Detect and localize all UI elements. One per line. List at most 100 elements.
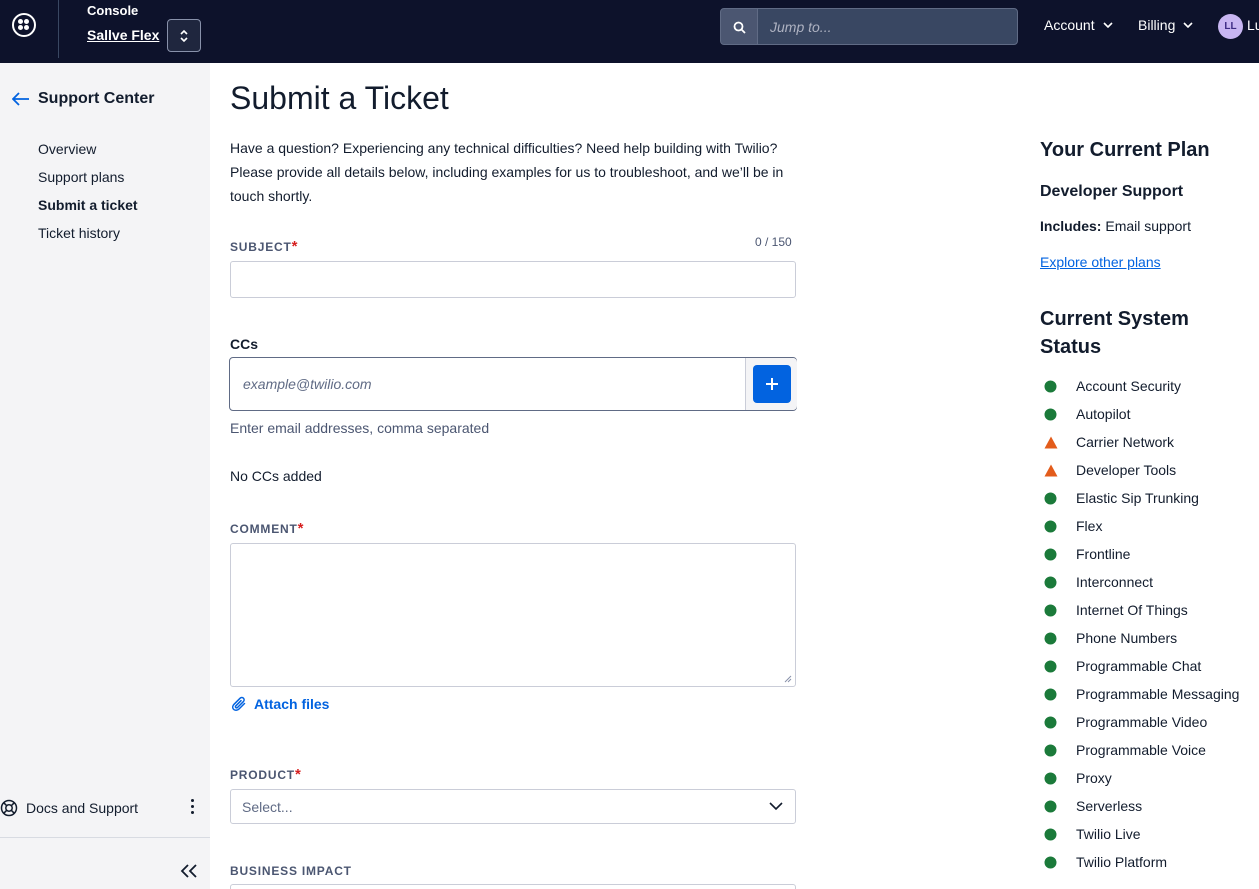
sidebar-item-overview[interactable]: Overview <box>38 141 96 157</box>
status-item-name: Developer Tools <box>1076 462 1177 478</box>
required-marker: * <box>294 766 302 783</box>
top-navigation-bar: Console Sallve Flex Account Billing LL L… <box>0 0 1259 63</box>
page-title: Submit a Ticket <box>230 80 449 116</box>
status-item-name: Frontline <box>1076 546 1131 562</box>
chevron-down-icon <box>1183 22 1193 28</box>
billing-menu-label: Billing <box>1138 17 1176 33</box>
search-button[interactable] <box>720 8 758 45</box>
status-dot-icon <box>1044 548 1057 561</box>
topbar-divider <box>58 0 59 58</box>
status-item-name: Interconnect <box>1076 574 1154 590</box>
account-name-link[interactable]: Sallve Flex <box>87 27 159 43</box>
system-status-heading: Current System Status <box>1040 308 1189 358</box>
docs-and-support-row[interactable]: Docs and Support <box>0 797 210 819</box>
docs-and-support-label: Docs and Support <box>26 800 139 816</box>
sidebar-item-support-plans[interactable]: Support plans <box>38 169 124 185</box>
account-menu[interactable]: Account <box>1044 17 1113 33</box>
add-cc-button[interactable] <box>753 365 791 403</box>
intro-text: Have a question? Experiencing any techni… <box>230 140 784 204</box>
subject-label: SUBJECT* <box>230 238 298 255</box>
sidebar-title: Support Center <box>38 90 155 107</box>
product-label: PRODUCT* <box>230 766 302 783</box>
user-avatar[interactable]: LL <box>1218 14 1243 39</box>
ccs-label: CCs <box>230 336 259 352</box>
status-dot-icon <box>1044 576 1057 589</box>
status-dot-icon <box>1044 800 1057 813</box>
no-ccs-text: No CCs added <box>230 468 322 484</box>
cc-add-wrapper <box>745 358 797 410</box>
attach-files-label: Attach files <box>254 696 330 712</box>
status-item-name: Elastic Sip Trunking <box>1076 490 1199 506</box>
status-item-name: Account Security <box>1076 378 1182 394</box>
more-options-icon[interactable] <box>189 799 195 817</box>
status-dot-icon <box>1044 492 1057 505</box>
status-dot-icon <box>1044 688 1057 701</box>
status-dot-icon <box>1044 744 1057 757</box>
status-item-name: Autopilot <box>1076 406 1131 422</box>
status-dot-icon <box>1044 660 1057 673</box>
chevron-down-icon <box>769 802 783 811</box>
attach-files-link[interactable]: Attach files <box>232 696 329 712</box>
comment-label-text: COMMENT <box>230 522 298 536</box>
status-item-name: Twilio Live <box>1076 826 1141 842</box>
status-dot-icon <box>1044 604 1057 617</box>
sidebar: Support Center Overview Support plans Subm… <box>0 63 210 889</box>
explore-other-plans-link[interactable]: Explore other plans <box>1040 254 1161 270</box>
status-dot-icon <box>1044 716 1057 729</box>
status-item-name: Phone Numbers <box>1076 630 1178 646</box>
includes-label: Includes: <box>1040 218 1102 234</box>
comment-textarea[interactable] <box>230 543 796 687</box>
product-select-value: Select... <box>242 799 293 815</box>
chevron-down-icon <box>1103 22 1113 28</box>
sidebar-item-ticket-history[interactable]: Ticket history <box>38 225 120 241</box>
billing-menu[interactable]: Billing <box>1138 17 1193 33</box>
jump-to-search-input[interactable] <box>757 8 1018 45</box>
console-label: Console <box>87 3 139 18</box>
status-item-name: Programmable Voice <box>1076 742 1206 758</box>
comment-label: COMMENT* <box>230 520 304 537</box>
plan-includes: Includes: Email support <box>1040 218 1191 234</box>
subject-char-count: 0 / 150 <box>755 235 792 249</box>
subject-input[interactable] <box>230 261 796 298</box>
business-impact-select[interactable] <box>230 884 796 889</box>
sidebar-divider <box>0 837 210 838</box>
status-dot-icon <box>1044 772 1057 785</box>
status-item-name: Programmable Messaging <box>1076 686 1240 702</box>
business-impact-label: BUSINESS IMPACT <box>230 864 352 878</box>
status-dot-icon <box>1044 828 1057 841</box>
status-dot-icon <box>1044 856 1057 869</box>
status-dot-icon <box>1044 520 1057 533</box>
required-marker: * <box>291 238 299 255</box>
collapse-sidebar-icon[interactable] <box>180 863 198 879</box>
product-select[interactable]: Select... <box>230 789 796 824</box>
paperclip-icon <box>232 696 246 712</box>
product-label-text: PRODUCT <box>230 768 295 782</box>
cc-email-input[interactable] <box>231 359 745 409</box>
status-item-name: Twilio Platform <box>1076 854 1168 870</box>
current-plan-heading: Your Current Plan <box>1040 139 1210 161</box>
status-item-name: Flex <box>1076 518 1103 534</box>
resize-handle-icon[interactable] <box>784 675 792 683</box>
account-switcher-button[interactable] <box>167 19 201 52</box>
arrow-left-icon <box>12 92 29 106</box>
account-menu-label: Account <box>1044 17 1095 33</box>
lifebuoy-icon <box>0 799 18 817</box>
sidebar-item-submit-a-ticket[interactable]: Submit a ticket <box>38 197 138 213</box>
plus-icon <box>766 378 778 390</box>
back-to-support-center-link[interactable]: Support Center <box>12 90 154 108</box>
warning-triangle-icon <box>1044 464 1058 477</box>
status-item-name: Carrier Network <box>1076 434 1175 450</box>
status-item-name: Proxy <box>1076 770 1112 786</box>
subject-label-text: SUBJECT <box>230 240 292 254</box>
status-dot-icon <box>1044 632 1057 645</box>
twilio-logo-icon[interactable] <box>12 13 36 37</box>
user-name[interactable]: Lu <box>1247 17 1259 33</box>
cc-email-field <box>229 357 797 411</box>
warning-triangle-icon <box>1044 436 1058 449</box>
status-item-name: Programmable Video <box>1076 714 1208 730</box>
status-dot-icon <box>1044 408 1057 421</box>
required-marker: * <box>297 520 305 537</box>
status-item-name: Programmable Chat <box>1076 658 1202 674</box>
cc-help-text: Enter email addresses, comma separated <box>230 420 490 436</box>
search-icon <box>733 21 746 34</box>
